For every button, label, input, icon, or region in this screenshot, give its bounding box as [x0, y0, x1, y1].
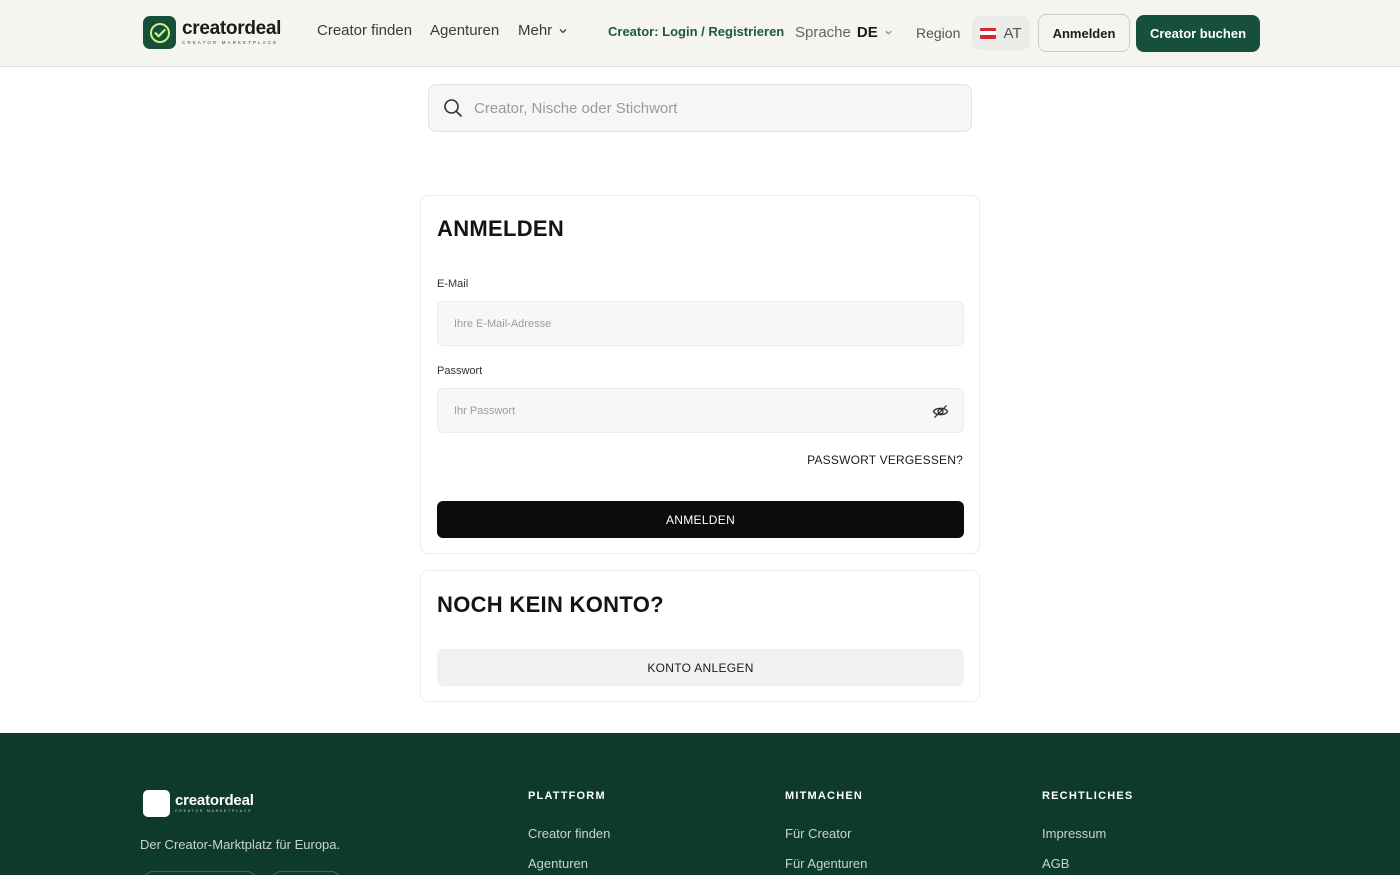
language-label: Sprache [795, 24, 851, 41]
footer-link[interactable]: Creator finden [528, 826, 610, 841]
check-circle-icon [143, 16, 176, 49]
logo-badge-icon [143, 790, 170, 817]
search-input[interactable] [474, 99, 954, 117]
register-card: NOCH KEIN KONTO? KONTO ANLEGEN [420, 570, 980, 702]
footer-column-mitmachen: MITMACHEN Für Creator Für Agenturen [785, 790, 867, 871]
register-title: NOCH KEIN KONTO? [437, 592, 664, 617]
footer-badges [143, 871, 341, 875]
footer-link[interactable]: Für Agenturen [785, 856, 867, 871]
footer-column-plattform: PLATTFORM Creator finden Agenturen [528, 790, 610, 871]
search-bar[interactable] [428, 84, 972, 132]
creator-login-link[interactable]: Creator: Login / Registrieren [608, 24, 784, 39]
language-selector[interactable]: Sprache DE [795, 24, 893, 41]
book-creator-button[interactable]: Creator buchen [1136, 15, 1260, 52]
footer-link[interactable]: Impressum [1042, 826, 1133, 841]
language-code: DE [856, 24, 878, 41]
nav-mehr-label: Mehr [518, 22, 553, 39]
chevron-down-icon [559, 28, 567, 33]
nav-mehr-dropdown[interactable]: Mehr [518, 22, 568, 39]
email-label: E-Mail [437, 278, 469, 290]
austria-flag-icon [980, 27, 997, 39]
nav-creator-finden[interactable]: Creator finden [317, 22, 412, 39]
store-badge[interactable] [271, 871, 341, 875]
footer-brand-name: creatordeal [175, 792, 254, 810]
footer-link[interactable]: Für Creator [785, 826, 867, 841]
login-title: ANMELDEN [437, 216, 565, 241]
footer-column-heading: MITMACHEN [785, 790, 864, 802]
password-field-wrapper [437, 388, 964, 433]
footer-brand-subtitle: CREATOR MARKETPLACE [175, 809, 253, 814]
footer-link[interactable]: AGB [1042, 856, 1133, 871]
eye-off-icon[interactable] [932, 403, 949, 420]
footer-column-heading: PLATTFORM [528, 790, 606, 802]
site-header: creatordeal CREATOR MARKETPLACE Creator … [0, 0, 1400, 67]
forgot-password-link[interactable]: PASSWORT VERGESSEN? [807, 453, 963, 467]
store-badge[interactable] [143, 871, 257, 875]
region-label: Region [916, 25, 961, 41]
email-field[interactable] [454, 317, 914, 330]
login-button[interactable]: Anmelden [1038, 14, 1130, 52]
login-submit-button[interactable]: ANMELDEN [437, 501, 964, 538]
chevron-down-icon [885, 30, 892, 35]
footer-tagline: Der Creator-Marktplatz für Europa. [140, 837, 341, 852]
password-label: Passwort [437, 365, 483, 377]
footer-column-heading: RECHTLICHES [1042, 790, 1134, 802]
region-code: AT [1003, 24, 1022, 42]
brand-subtitle: CREATOR MARKETPLACE [182, 40, 279, 46]
footer-brand-logo[interactable]: creatordeal CREATOR MARKETPLACE [143, 790, 254, 817]
brand-name: creatordeal [182, 18, 282, 40]
footer-column-rechtliches: RECHTLICHES Impressum AGB [1042, 790, 1133, 871]
password-field[interactable] [454, 404, 914, 417]
brand-logo[interactable]: creatordeal CREATOR MARKETPLACE [143, 16, 281, 49]
footer-link[interactable]: Agenturen [528, 856, 610, 871]
login-card: ANMELDEN E-Mail Passwort PASSWORT VERGES… [420, 195, 980, 554]
site-footer: creatordeal CREATOR MARKETPLACE Der Crea… [0, 733, 1400, 875]
region-selector[interactable]: AT [972, 16, 1030, 50]
nav-agenturen[interactable]: Agenturen [430, 22, 499, 39]
email-field-wrapper [437, 301, 964, 346]
search-icon [444, 99, 462, 117]
create-account-button[interactable]: KONTO ANLEGEN [437, 649, 964, 686]
